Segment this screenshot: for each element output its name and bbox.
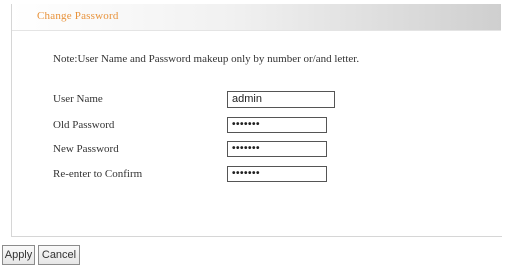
new-password-label: New Password (53, 143, 119, 155)
username-field[interactable]: admin (227, 91, 335, 108)
change-password-page: Change Password Note:User Name and Passw… (0, 0, 506, 275)
confirm-password-field[interactable]: ••••••• (227, 166, 327, 182)
old-password-field[interactable]: ••••••• (227, 117, 327, 133)
password-rule-note: Note:User Name and Password makeup only … (53, 53, 360, 65)
apply-button[interactable]: Apply (2, 245, 35, 265)
username-label: User Name (53, 93, 103, 105)
username-row: User Name admin (53, 91, 373, 109)
new-password-field[interactable]: ••••••• (227, 141, 327, 157)
old-password-label: Old Password (53, 119, 115, 131)
confirm-password-label: Re-enter to Confirm (53, 168, 143, 180)
new-password-row: New Password ••••••• (53, 141, 373, 159)
panel-title-bar: Change Password (12, 4, 501, 31)
panel-title: Change Password (37, 10, 119, 22)
cancel-button[interactable]: Cancel (38, 245, 80, 265)
confirm-password-row: Re-enter to Confirm ••••••• (53, 166, 373, 184)
old-password-row: Old Password ••••••• (53, 117, 373, 135)
